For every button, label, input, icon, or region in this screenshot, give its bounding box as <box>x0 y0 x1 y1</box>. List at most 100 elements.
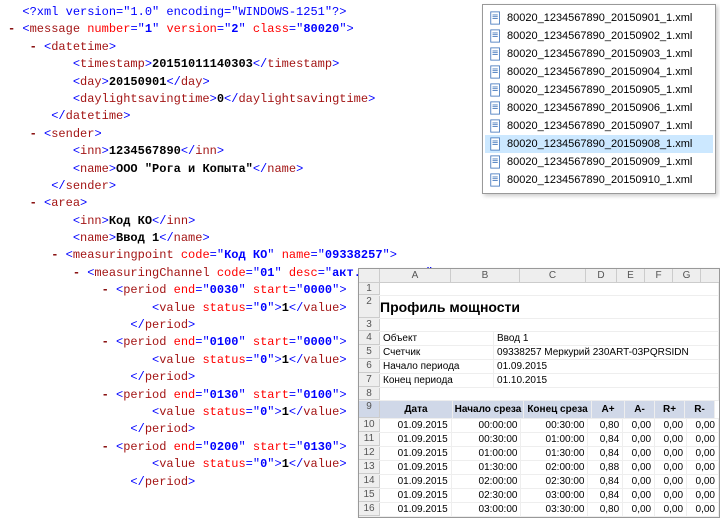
table-cell[interactable]: 0,00 <box>687 475 719 488</box>
table-cell[interactable]: 0,84 <box>588 447 623 460</box>
table-cell[interactable]: 01.09.2015 <box>380 489 452 502</box>
table-header-cell[interactable]: Конец среза <box>524 401 592 418</box>
table-cell[interactable]: 01.09.2015 <box>380 461 452 474</box>
sheet-title[interactable]: Профиль мощности <box>380 296 719 318</box>
column-header[interactable]: C <box>520 269 586 282</box>
table-cell[interactable]: 03:00:00 <box>452 503 522 516</box>
table-cell[interactable]: 01.09.2015 <box>380 503 452 516</box>
table-cell[interactable]: 0,00 <box>623 433 655 446</box>
file-row[interactable]: 80020_1234567890_20150907_1.xml <box>485 117 713 135</box>
table-cell[interactable]: 0,00 <box>655 447 687 460</box>
collapse-toggle[interactable]: - <box>102 440 109 454</box>
table-cell[interactable]: 0,00 <box>687 489 719 502</box>
column-header[interactable]: F <box>645 269 673 282</box>
table-row: 1301.09.201501:30:0002:00:000,880,000,00… <box>359 461 719 475</box>
table-cell[interactable]: 0,84 <box>588 489 623 502</box>
table-cell[interactable]: 01.09.2015 <box>380 475 452 488</box>
table-cell[interactable]: 00:30:00 <box>521 419 588 432</box>
meta-key[interactable]: Объект <box>380 332 494 345</box>
table-cell[interactable]: 01:00:00 <box>452 447 522 460</box>
table-cell[interactable]: 0,00 <box>655 433 687 446</box>
file-row[interactable]: 80020_1234567890_20150903_1.xml <box>485 45 713 63</box>
table-cell[interactable]: 0,80 <box>588 503 623 516</box>
meta-key[interactable]: Начало периода <box>380 360 494 373</box>
table-header-cell[interactable]: R- <box>685 401 715 418</box>
column-header[interactable]: B <box>451 269 520 282</box>
table-cell[interactable]: 0,00 <box>623 475 655 488</box>
column-header[interactable]: D <box>586 269 617 282</box>
column-header[interactable]: A <box>380 269 451 282</box>
table-cell[interactable]: 0,84 <box>588 475 623 488</box>
table-cell[interactable]: 0,00 <box>623 489 655 502</box>
table-cell[interactable]: 0,00 <box>623 419 655 432</box>
table-header-cell[interactable]: Дата <box>380 401 453 418</box>
table-cell[interactable]: 03:00:00 <box>521 489 588 502</box>
file-row[interactable]: 80020_1234567890_20150901_1.xml <box>485 9 713 27</box>
table-cell[interactable]: 01.09.2015 <box>380 419 452 432</box>
table-cell[interactable]: 01.09.2015 <box>380 433 452 446</box>
table-header-cell[interactable]: A- <box>625 401 655 418</box>
meta-value[interactable]: 09338257 Меркурий 230ART-03PQRSIDN <box>494 346 719 359</box>
collapse-toggle[interactable]: - <box>102 335 109 349</box>
table-cell[interactable]: 02:00:00 <box>452 475 522 488</box>
column-header[interactable]: G <box>673 269 701 282</box>
file-row[interactable]: 80020_1234567890_20150904_1.xml <box>485 63 713 81</box>
table-header-cell[interactable]: Начало среза <box>453 401 524 418</box>
collapse-toggle[interactable]: - <box>30 127 37 141</box>
table-cell[interactable]: 03:30:00 <box>521 503 588 516</box>
table-cell[interactable]: 00:30:00 <box>452 433 522 446</box>
table-header-cell[interactable]: R+ <box>655 401 685 418</box>
file-row[interactable]: 80020_1234567890_20150910_1.xml <box>485 171 713 189</box>
table-cell[interactable]: 0,00 <box>655 419 687 432</box>
table-cell[interactable]: 0,00 <box>623 503 655 516</box>
table-cell[interactable]: 0,00 <box>655 489 687 502</box>
table-cell[interactable]: 0,84 <box>588 433 623 446</box>
xml-file-icon <box>489 11 503 25</box>
collapse-toggle[interactable]: - <box>73 266 80 280</box>
collapse-toggle[interactable]: - <box>102 283 109 297</box>
meta-key[interactable]: Счетчик <box>380 346 494 359</box>
column-header[interactable]: E <box>617 269 645 282</box>
table-cell[interactable]: 0,00 <box>623 461 655 474</box>
table-cell[interactable]: 0,00 <box>687 419 719 432</box>
table-cell[interactable]: 01:00:00 <box>521 433 588 446</box>
table-cell[interactable]: 01.09.2015 <box>380 447 452 460</box>
meta-value[interactable]: 01.10.2015 <box>494 374 719 387</box>
table-cell[interactable]: 01:30:00 <box>521 447 588 460</box>
table-header-cell[interactable]: A+ <box>592 401 625 418</box>
table-cell[interactable]: 0,00 <box>687 433 719 446</box>
table-cell[interactable]: 02:00:00 <box>521 461 588 474</box>
table-cell[interactable]: 01:30:00 <box>452 461 522 474</box>
cell[interactable] <box>380 319 719 331</box>
file-row[interactable]: 80020_1234567890_20150908_1.xml <box>485 135 713 153</box>
table-cell[interactable]: 0,80 <box>588 419 623 432</box>
table-cell[interactable]: 02:30:00 <box>452 489 522 502</box>
table-cell[interactable]: 02:30:00 <box>521 475 588 488</box>
file-name: 80020_1234567890_20150907_1.xml <box>507 120 692 132</box>
cell[interactable] <box>380 388 719 400</box>
table-cell[interactable]: 00:00:00 <box>452 419 522 432</box>
collapse-toggle[interactable]: - <box>30 196 37 210</box>
meta-key[interactable]: Конец периода <box>380 374 494 387</box>
meta-value[interactable]: 01.09.2015 <box>494 360 719 373</box>
collapse-toggle[interactable]: - <box>102 388 109 402</box>
collapse-toggle[interactable]: - <box>51 248 58 262</box>
meta-value[interactable]: Ввод 1 <box>494 332 719 345</box>
table-cell[interactable]: 0,88 <box>588 461 623 474</box>
cell[interactable] <box>380 283 719 295</box>
file-row[interactable]: 80020_1234567890_20150909_1.xml <box>485 153 713 171</box>
xml-file-icon <box>489 137 503 151</box>
table-cell[interactable]: 0,00 <box>623 447 655 460</box>
table-cell[interactable]: 0,00 <box>687 461 719 474</box>
file-row[interactable]: 80020_1234567890_20150906_1.xml <box>485 99 713 117</box>
file-row[interactable]: 80020_1234567890_20150905_1.xml <box>485 81 713 99</box>
table-cell[interactable]: 0,00 <box>687 447 719 460</box>
table-cell[interactable]: 0,00 <box>655 503 687 516</box>
table-cell[interactable]: 0,00 <box>655 461 687 474</box>
file-row[interactable]: 80020_1234567890_20150902_1.xml <box>485 27 713 45</box>
collapse-toggle[interactable]: - <box>30 40 37 54</box>
table-cell[interactable]: 0,00 <box>687 503 719 516</box>
table-header-row: 9ДатаНачало срезаКонец срезаA+A-R+R- <box>359 401 719 419</box>
table-cell[interactable]: 0,00 <box>655 475 687 488</box>
collapse-toggle[interactable]: - <box>8 22 15 36</box>
